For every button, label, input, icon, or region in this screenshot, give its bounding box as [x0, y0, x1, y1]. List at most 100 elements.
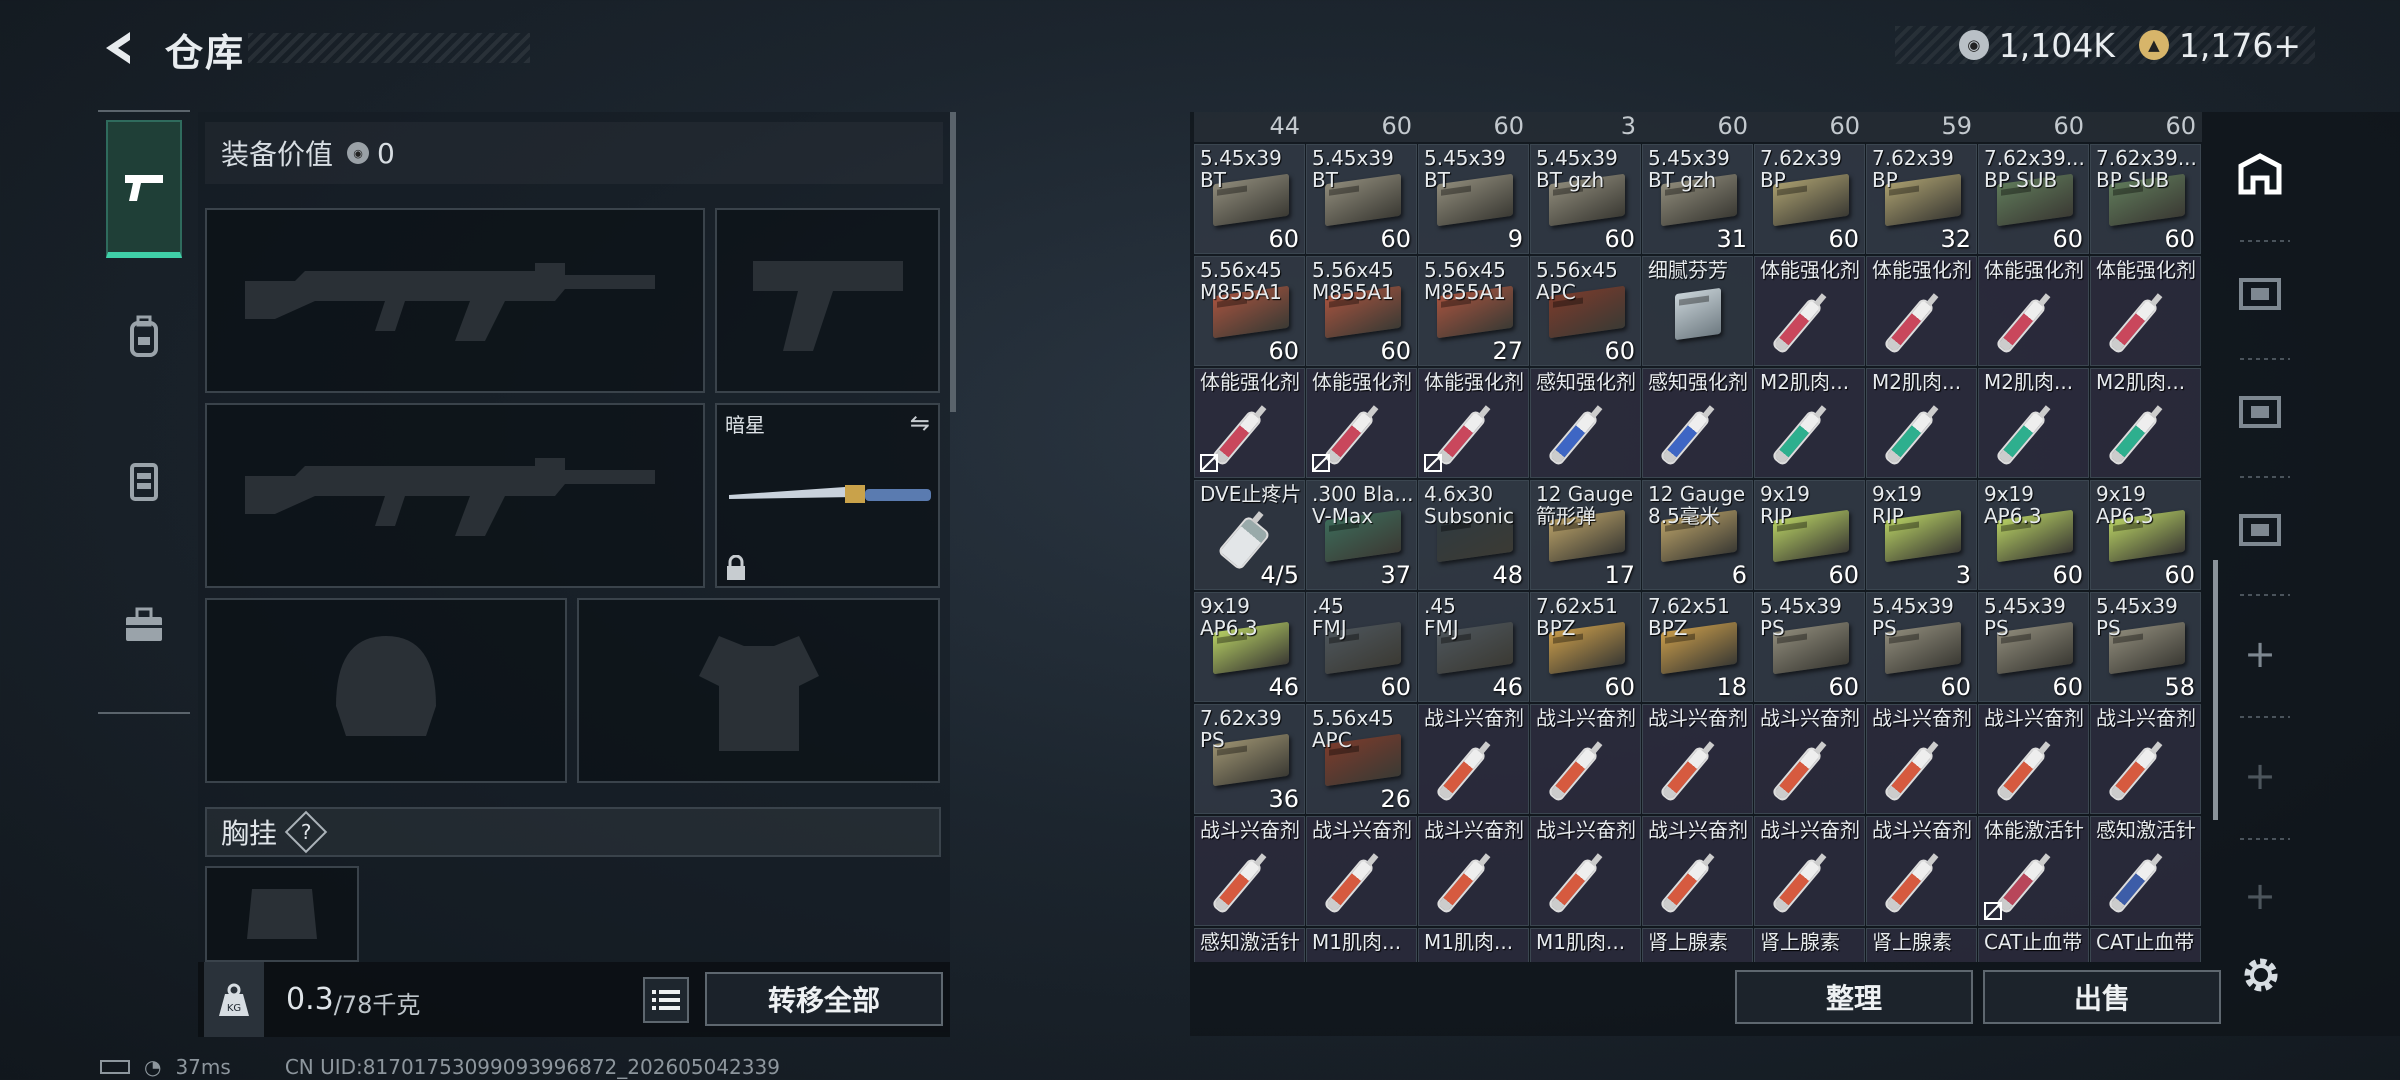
stash-item[interactable]: 战斗兴奋剂 [1642, 704, 1753, 814]
partial-cell-count[interactable]: 60 [1306, 112, 1418, 142]
chest-rig-slot[interactable] [205, 866, 359, 962]
stash-item[interactable]: 战斗兴奋剂 [1194, 816, 1305, 926]
stash-item[interactable]: .300 Bla... V-Max 37 [1306, 480, 1417, 590]
stash-item[interactable]: M1肌肉... [1418, 928, 1529, 962]
stash-item[interactable]: 体能强化剂 [1306, 368, 1417, 478]
stash-item[interactable]: 5.56x45 APC 26 [1306, 704, 1417, 814]
loadout-scrollbar[interactable] [950, 112, 956, 412]
stash-item[interactable]: 5.56x45 M855A1 27 [1418, 256, 1529, 366]
stash-item[interactable]: 体能强化剂 [1978, 256, 2089, 366]
stash-item[interactable]: 战斗兴奋剂 [1754, 816, 1865, 926]
sidebar-container-3-tab[interactable] [2222, 486, 2298, 578]
sidebar-stash-tab[interactable] [2222, 132, 2298, 224]
back-button[interactable] [98, 26, 142, 70]
settings-button[interactable] [2236, 950, 2286, 1000]
stash-item[interactable]: 体能强化剂 [2090, 256, 2201, 366]
stash-item[interactable]: 5.56x45 APC 60 [1530, 256, 1641, 366]
stash-item[interactable]: 5.45x39 BT 60 [1306, 144, 1417, 254]
stash-item[interactable]: 肾上腺素 [1754, 928, 1865, 962]
stash-item[interactable]: 感知强化剂 [1642, 368, 1753, 478]
stash-item[interactable]: 12 Gauge 8.5毫米 6 [1642, 480, 1753, 590]
stash-item[interactable]: M2肌肉... [1978, 368, 2089, 478]
stash-item[interactable]: 感知激活针 [2090, 816, 2201, 926]
sidebar-container-4-tab[interactable] [2222, 368, 2298, 460]
partial-cell-count[interactable]: 59 [1866, 112, 1978, 142]
stash-item[interactable]: 5.45x39 PS 60 [1866, 592, 1977, 702]
partial-cell-count[interactable]: 60 [1754, 112, 1866, 142]
stash-item[interactable]: 5.56x45 M855A1 60 [1194, 256, 1305, 366]
stash-item[interactable]: 5.45x39 PS 60 [1978, 592, 2089, 702]
stash-item[interactable]: 战斗兴奋剂 [1866, 816, 1977, 926]
stash-item[interactable]: 体能强化剂 [1866, 256, 1977, 366]
nav-vest[interactable] [106, 412, 182, 550]
transfer-all-button[interactable]: 转移全部 [705, 972, 943, 1026]
stash-item[interactable]: 战斗兴奋剂 [2090, 704, 2201, 814]
primary-weapon-slot[interactable] [205, 208, 705, 393]
stash-item[interactable]: 9x19 AP6.3 46 [1194, 592, 1305, 702]
stash-item[interactable]: 战斗兴奋剂 [1530, 816, 1641, 926]
stash-item[interactable]: 体能激活针 [1978, 816, 2089, 926]
stash-item[interactable]: 体能强化剂 [1194, 368, 1305, 478]
stash-item[interactable]: 体能强化剂 [1418, 368, 1529, 478]
partial-cell-count[interactable]: 44 [1194, 112, 1306, 142]
help-icon[interactable]: ? [284, 810, 328, 854]
stash-item[interactable]: 战斗兴奋剂 [1978, 704, 2089, 814]
stash-item[interactable]: 战斗兴奋剂 [1642, 816, 1753, 926]
stash-item[interactable]: CAT止血带 [2090, 928, 2201, 962]
stash-item[interactable]: 9x19 RIP 3 [1866, 480, 1977, 590]
stash-item[interactable]: 战斗兴奋剂 [1418, 704, 1529, 814]
sidebar-container-2-tab[interactable] [2222, 250, 2298, 342]
stash-item[interactable]: 4.6x30 Subsonic 48 [1418, 480, 1529, 590]
stash-item[interactable]: 5.45x39 PS 58 [2090, 592, 2201, 702]
stash-item[interactable]: 战斗兴奋剂 [1418, 816, 1529, 926]
stash-item[interactable]: 5.56x45 M855A1 60 [1306, 256, 1417, 366]
stash-item[interactable]: 5.45x39 PS 60 [1754, 592, 1865, 702]
stash-item[interactable]: 战斗兴奋剂 [1754, 704, 1865, 814]
stash-item[interactable]: 感知强化剂 [1530, 368, 1641, 478]
stash-item[interactable]: 5.45x39 BT 60 [1194, 144, 1305, 254]
stash-item[interactable]: 7.62x39... BP SUB 60 [1978, 144, 2089, 254]
sidearm-slot[interactable] [715, 208, 940, 393]
partial-cell-count[interactable]: 60 [1642, 112, 1754, 142]
stash-item[interactable]: 5.45x39 BT gzh 31 [1642, 144, 1753, 254]
secondary-weapon-slot[interactable] [205, 403, 705, 588]
stash-item[interactable]: M2肌肉... [1866, 368, 1977, 478]
nav-weapons[interactable] [106, 120, 182, 258]
stash-item[interactable]: M2肌肉... [2090, 368, 2201, 478]
nav-backpack[interactable] [106, 268, 182, 406]
list-view-button[interactable] [643, 977, 689, 1023]
stash-item[interactable]: 5.45x39 BT 9 [1418, 144, 1529, 254]
organize-button[interactable]: 整理 [1735, 970, 1973, 1024]
stash-item[interactable]: .45 FMJ 60 [1306, 592, 1417, 702]
partial-cell-count[interactable]: 60 [1418, 112, 1530, 142]
stash-item[interactable]: 7.62x39... BP SUB 60 [2090, 144, 2201, 254]
nav-toolbox[interactable] [106, 556, 182, 694]
stash-item[interactable]: M1肌肉... [1530, 928, 1641, 962]
stash-item[interactable]: 9x19 RIP 60 [1754, 480, 1865, 590]
stash-item[interactable]: 9x19 AP6.3 60 [2090, 480, 2201, 590]
stash-item[interactable]: 肾上腺素 [1866, 928, 1977, 962]
stash-item[interactable]: 战斗兴奋剂 [1866, 704, 1977, 814]
stash-item[interactable]: DVE止疼片 4/5 [1194, 480, 1305, 590]
stash-item[interactable]: 战斗兴奋剂 [1306, 816, 1417, 926]
stash-item[interactable]: M2肌肉... [1754, 368, 1865, 478]
stash-item[interactable]: .45 FMJ 46 [1418, 592, 1529, 702]
stash-scrollbar[interactable] [2213, 560, 2218, 820]
stash-item[interactable]: 5.45x39 BT gzh 60 [1530, 144, 1641, 254]
stash-item[interactable]: M1肌肉... [1306, 928, 1417, 962]
stash-item[interactable]: 7.62x51 BPZ 60 [1530, 592, 1641, 702]
stash-item[interactable]: 细腻芬芳 [1642, 256, 1753, 366]
swap-icon[interactable]: ⇋ [910, 409, 930, 437]
stash-item[interactable]: 感知激活针 [1194, 928, 1305, 962]
sidebar-add-tab[interactable]: + [2222, 850, 2298, 942]
stash-item[interactable]: 战斗兴奋剂 [1530, 704, 1641, 814]
stash-item[interactable]: 肾上腺素 [1642, 928, 1753, 962]
stash-item[interactable]: CAT止血带 [1978, 928, 2089, 962]
stash-item[interactable]: 7.62x51 BPZ 18 [1642, 592, 1753, 702]
armor-slot[interactable] [577, 598, 940, 783]
partial-cell-count[interactable]: 60 [2090, 112, 2202, 142]
stash-item[interactable]: 12 Gauge 箭形弹 17 [1530, 480, 1641, 590]
sidebar-add-tab[interactable]: + [2222, 730, 2298, 822]
stash-item[interactable]: 7.62x39 BP 32 [1866, 144, 1977, 254]
stash-item[interactable]: 7.62x39 BP 60 [1754, 144, 1865, 254]
